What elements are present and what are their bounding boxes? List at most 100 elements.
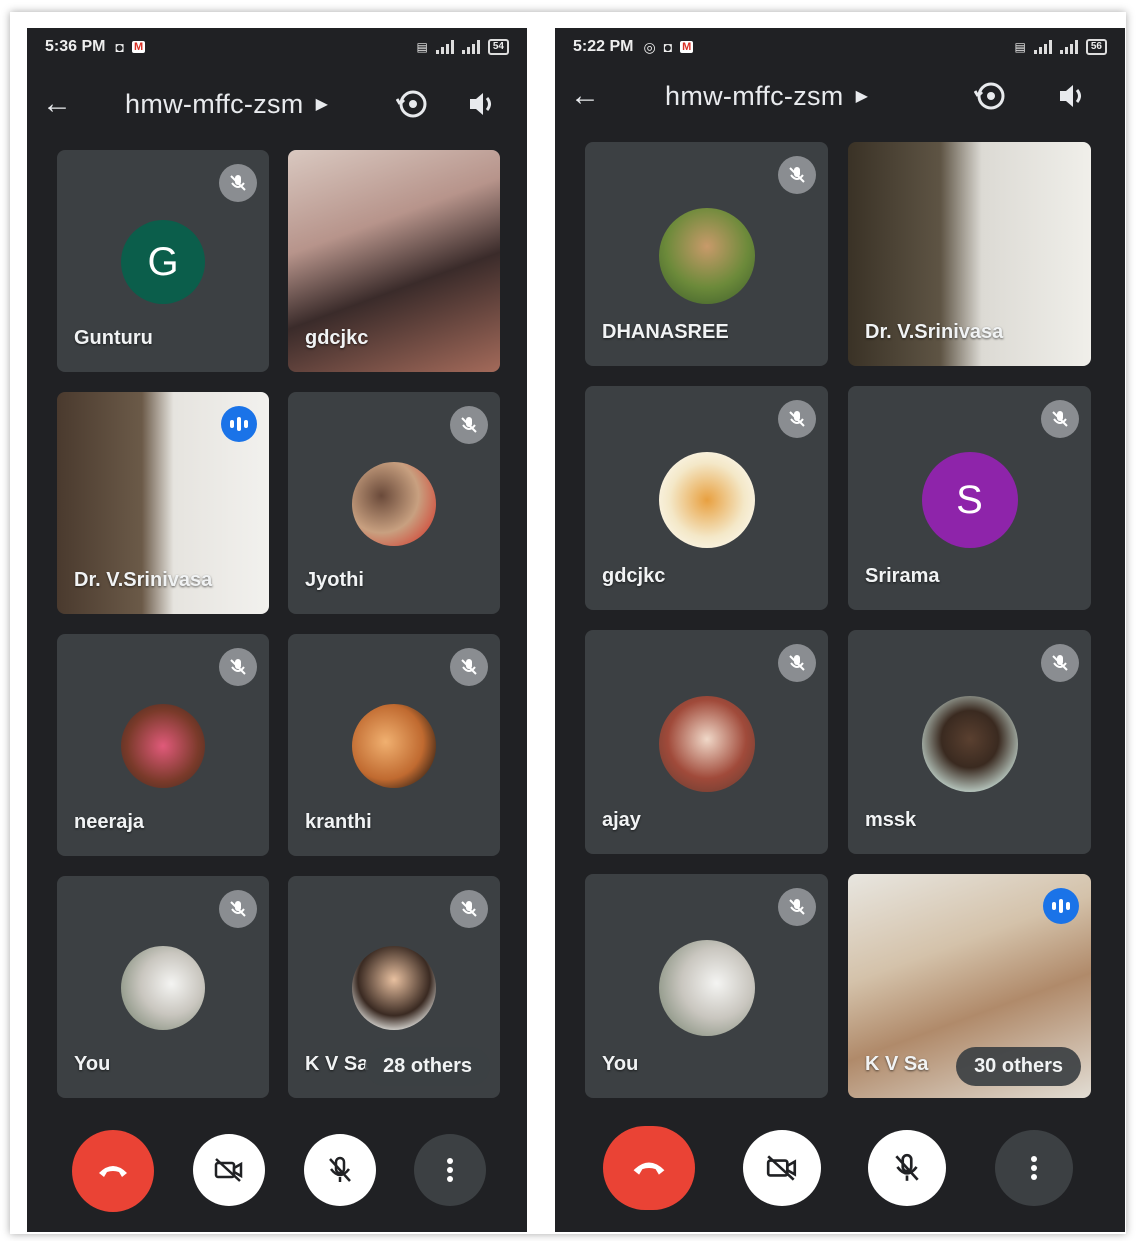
participant-name: kranthi <box>305 811 372 833</box>
participant-tile[interactable]: S Srirama <box>848 386 1091 610</box>
camera-off-icon <box>214 1158 243 1182</box>
signal-icon <box>461 40 480 54</box>
microphone-off-button[interactable] <box>304 1134 376 1206</box>
participant-name: Jyothi <box>305 569 364 591</box>
mic-off-icon <box>450 648 488 686</box>
college-logo-avatar <box>658 452 755 548</box>
mic-off-icon <box>1041 400 1079 438</box>
others-count-badge[interactable]: 30 others <box>956 1047 1081 1086</box>
screen-record-icon: ◘ <box>663 39 673 55</box>
mic-off-icon <box>778 888 816 926</box>
status-time: 5:36 PM <box>45 38 106 55</box>
more-vert-icon <box>1031 1156 1037 1180</box>
back-arrow-icon[interactable]: ← <box>555 79 615 113</box>
more-options-button[interactable] <box>414 1134 486 1206</box>
participant-name: Dr. V.Srinivasa <box>865 321 1004 343</box>
mic-off-icon <box>450 890 488 928</box>
participant-tile-self[interactable]: You <box>57 876 269 1098</box>
switch-camera-icon[interactable] <box>391 82 435 126</box>
back-arrow-icon[interactable]: ← <box>27 87 87 121</box>
gmail-icon: M <box>131 41 146 53</box>
avatar <box>658 208 755 304</box>
mic-off-icon <box>778 156 816 194</box>
more-vert-icon <box>447 1158 453 1182</box>
caret-right-icon[interactable]: ▶ <box>856 86 868 106</box>
participant-tile[interactable]: Jyothi <box>288 392 500 614</box>
participant-name: DHANASREE <box>602 321 729 343</box>
mic-off-icon <box>450 406 488 444</box>
participant-tile-video[interactable]: Dr. V.Srinivasa <box>848 142 1091 366</box>
avatar: G <box>121 220 205 304</box>
microphone-off-button[interactable] <box>868 1130 946 1206</box>
participant-tile[interactable]: ajay <box>585 630 828 854</box>
caret-right-icon[interactable]: ▶ <box>316 94 328 114</box>
participant-tile-self[interactable]: You <box>585 874 828 1098</box>
participant-name: Srirama <box>865 565 940 587</box>
participant-name: K V Sa <box>305 1053 369 1075</box>
participant-name: Gunturu <box>74 327 153 349</box>
left-phone-screen: 5:36 PM ◘ M ▤ 54 ← hmw-mffc-zsm ▶ G Gunt… <box>27 28 527 1232</box>
data-icon: ▤ <box>1014 40 1026 54</box>
mic-off-icon <box>778 644 816 682</box>
participant-name: ajay <box>602 809 641 831</box>
participant-tile[interactable]: gdcjkc <box>585 386 828 610</box>
participant-tile[interactable]: DHANASREE <box>585 142 828 366</box>
mic-off-icon <box>329 1156 351 1182</box>
whatsapp-icon: ◎ <box>643 38 656 55</box>
end-call-button[interactable] <box>72 1130 154 1212</box>
more-options-button[interactable] <box>995 1130 1073 1206</box>
signal-icon <box>435 40 454 54</box>
screen-record-icon: ◘ <box>115 39 124 55</box>
battery-icon: 56 <box>1085 39 1107 55</box>
participant-tile[interactable]: G Gunturu <box>57 150 269 372</box>
participant-name: gdcjkc <box>602 565 666 587</box>
speaker-icon[interactable] <box>459 82 503 126</box>
avatar <box>352 462 436 546</box>
avatar <box>658 696 755 792</box>
mic-off-icon <box>219 648 257 686</box>
participant-tile[interactable]: neeraja <box>57 634 269 856</box>
participant-tile[interactable]: mssk <box>848 630 1091 854</box>
right-phone-screen: 5:22 PM ◎ ◘ M ▤ 56 ← hmw-mffc-zsm ▶ DHAN… <box>555 28 1125 1232</box>
signal-icon <box>1033 40 1052 54</box>
avatar: S <box>921 452 1018 548</box>
camera-off-icon <box>766 1155 797 1181</box>
camera-off-button[interactable] <box>743 1130 821 1206</box>
avatar <box>121 946 205 1030</box>
signal-icon <box>1059 40 1078 54</box>
avatar <box>921 696 1018 792</box>
status-bar: 5:22 PM ◎ ◘ M ▤ 56 <box>555 28 1125 66</box>
participant-name: neeraja <box>74 811 145 833</box>
mic-off-icon <box>219 890 257 928</box>
participant-name: K V Sa <box>865 1053 929 1075</box>
avatar <box>352 704 436 788</box>
top-bar: ← hmw-mffc-zsm ▶ <box>555 66 1125 126</box>
participant-tile[interactable]: kranthi <box>288 634 500 856</box>
others-count-badge[interactable]: 28 others <box>365 1047 490 1086</box>
gmail-icon: M <box>680 41 694 53</box>
battery-icon: 54 <box>487 39 509 55</box>
end-call-button[interactable] <box>603 1126 695 1210</box>
participant-name: gdcjkc <box>305 327 369 349</box>
participant-tile-video[interactable]: Dr. V.Srinivasa <box>57 392 269 614</box>
participant-tile-video[interactable]: K V Sa 30 others <box>848 874 1091 1098</box>
camera-off-button[interactable] <box>193 1134 265 1206</box>
participant-name: Dr. V.Srinivasa <box>74 569 213 591</box>
mic-off-icon <box>219 164 257 202</box>
top-bar: ← hmw-mffc-zsm ▶ <box>27 74 527 134</box>
avatar <box>352 946 436 1030</box>
participant-name: You <box>74 1053 111 1075</box>
participant-name: You <box>602 1053 639 1075</box>
data-icon: ▤ <box>416 40 428 54</box>
speaker-icon[interactable] <box>1049 74 1093 118</box>
avatar <box>121 704 205 788</box>
participant-tile-video[interactable]: gdcjkc <box>288 150 500 372</box>
participant-tile[interactable]: K V Sa 28 others <box>288 876 500 1098</box>
mic-off-icon <box>1041 644 1079 682</box>
meeting-code[interactable]: hmw-mffc-zsm <box>665 81 844 112</box>
participant-name: mssk <box>865 809 917 831</box>
status-bar: 5:36 PM ◘ M ▤ 54 <box>27 28 527 66</box>
mic-off-icon <box>895 1153 919 1181</box>
meeting-code[interactable]: hmw-mffc-zsm <box>125 89 304 120</box>
switch-camera-icon[interactable] <box>969 74 1013 118</box>
